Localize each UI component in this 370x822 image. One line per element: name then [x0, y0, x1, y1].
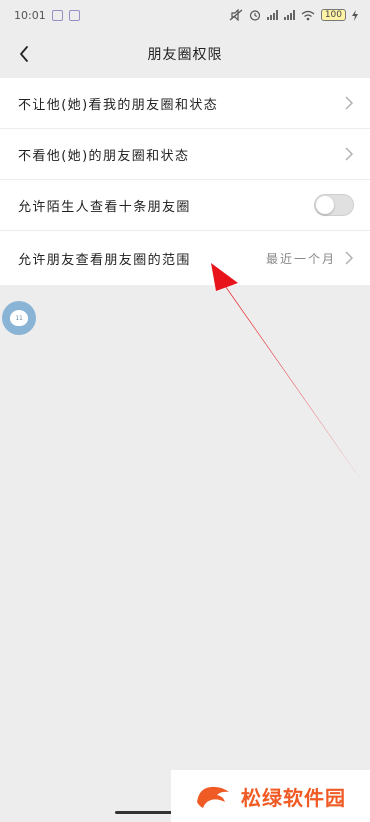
setting-label: 允许陌生人查看十条朋友圈 [18, 199, 191, 215]
charging-bolt-icon [352, 9, 358, 21]
settings-list: 不让他(她)看我的朋友圈和状态 不看他(她)的朋友圈和状态 允许陌生人查看十条朋… [0, 78, 370, 285]
status-bar: 10:01 100 [0, 0, 370, 30]
battery-indicator: 100 [320, 9, 346, 21]
back-arrow-icon [20, 46, 28, 62]
chevron-right-icon [345, 251, 354, 265]
watermark-logo-icon [197, 786, 229, 808]
setting-friends-view-range[interactable]: 允许朋友查看朋友圈的范围 最近一个月 [0, 231, 370, 285]
setting-strangers-view-ten: 允许陌生人查看十条朋友圈 [0, 180, 370, 231]
signal-2-icon [283, 10, 295, 20]
mute-icon [229, 9, 243, 21]
watermark-text: 松绿软件园 [241, 785, 346, 810]
wifi-icon [301, 10, 315, 20]
setting-label: 不看他(她)的朋友圈和状态 [18, 148, 190, 164]
status-time: 10:01 [14, 8, 46, 22]
app-notification-icon [51, 9, 63, 21]
watermark: 松绿软件园 [171, 770, 370, 822]
setting-label: 允许朋友查看朋友圈的范围 [18, 252, 191, 268]
toggle-knob [316, 196, 334, 214]
alarm-icon [249, 10, 260, 21]
signal-1-icon [266, 10, 278, 20]
strangers-view-toggle[interactable] [314, 194, 354, 216]
status-right: 100 [229, 9, 358, 21]
setting-hide-their-moments[interactable]: 不看他(她)的朋友圈和状态 [0, 129, 370, 180]
back-button[interactable] [8, 38, 40, 70]
bubble-face-icon: 11 [10, 310, 28, 326]
setting-label: 不让他(她)看我的朋友圈和状态 [18, 97, 219, 113]
chevron-right-icon [345, 96, 354, 110]
setting-value-group: 最近一个月 [266, 250, 354, 267]
annotation-arrow-shaft [218, 278, 366, 487]
setting-value: 最近一个月 [265, 251, 336, 266]
floating-assistant-bubble[interactable]: 11 [2, 301, 36, 335]
setting-hide-my-moments[interactable]: 不让他(她)看我的朋友圈和状态 [0, 78, 370, 129]
home-indicator [115, 811, 175, 814]
chevron-right-icon [345, 147, 354, 161]
status-left: 10:01 [14, 9, 80, 22]
bubble-text: 11 [15, 314, 23, 322]
page-title: 朋友圈权限 [147, 47, 223, 63]
nav-bar: 朋友圈权限 [0, 30, 370, 78]
shield-notification-icon [68, 9, 80, 21]
